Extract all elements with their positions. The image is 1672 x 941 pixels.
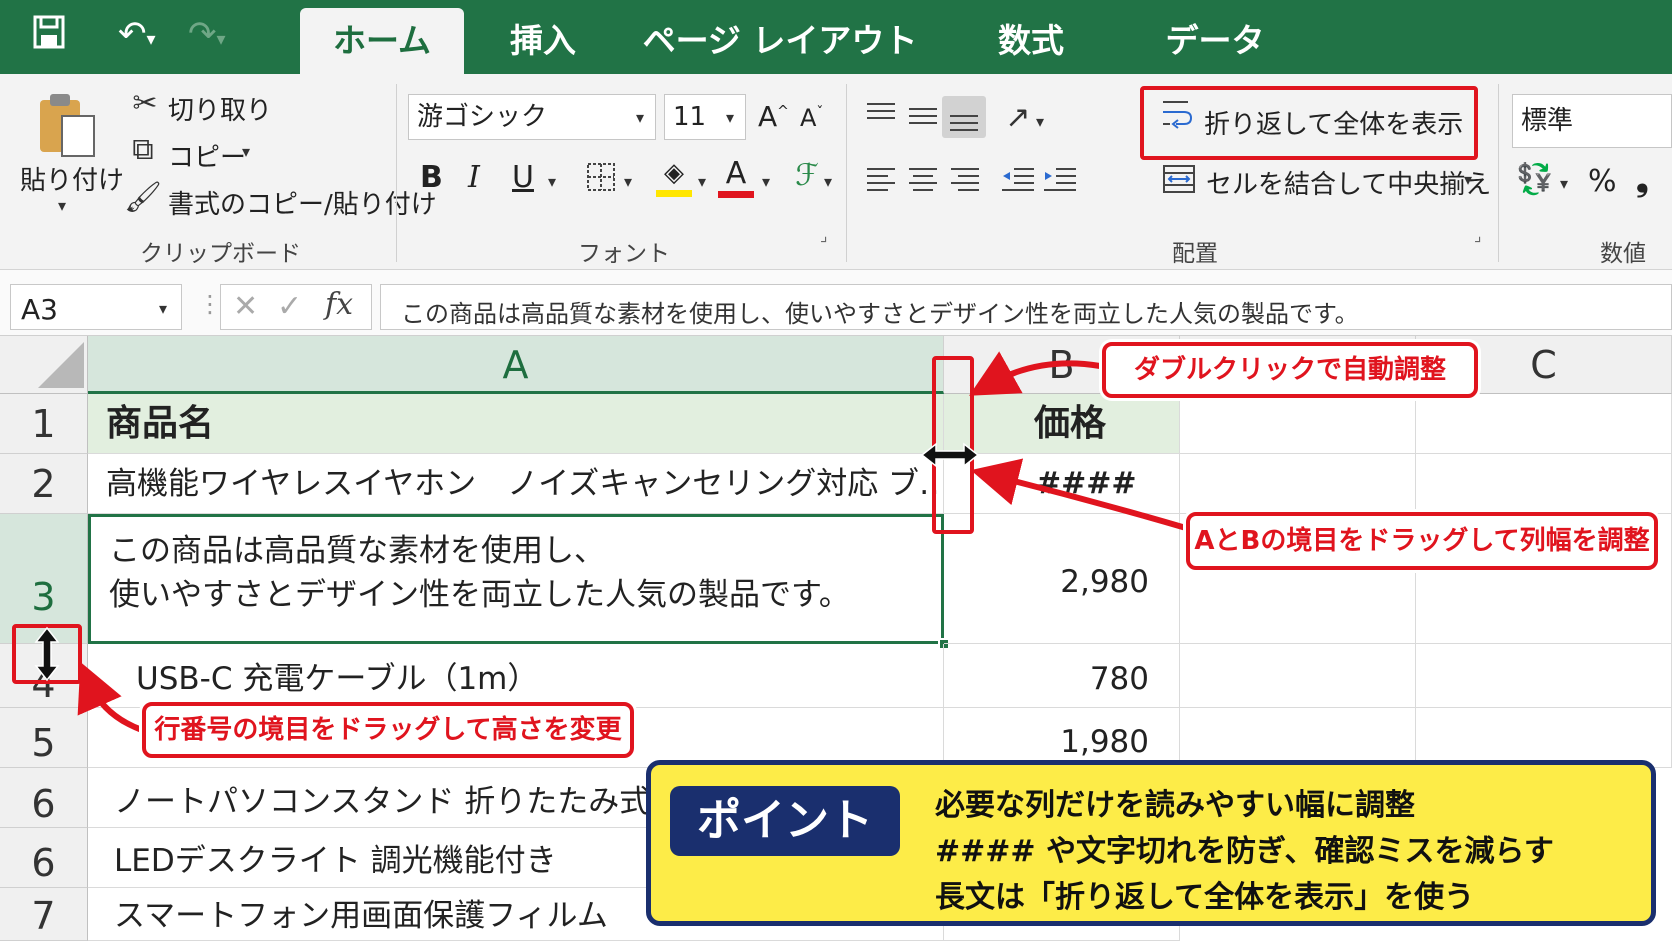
callout-drag-row: 行番号の境目をドラッグして高さを変更 [142, 702, 634, 758]
point-line-3: 長文は「折り返して全体を表示」を使う [935, 880, 1475, 915]
point-line-1: 必要な列だけを読みやすい幅に調整 [935, 788, 1415, 823]
point-badge: ポイント [670, 786, 900, 856]
point-line-2: #### や文字切れを防ぎ、確認ミスを減らす [935, 834, 1554, 869]
callout-double-click: ダブルクリックで自動調整 [1102, 342, 1478, 398]
callout-drag-column: AとBの境目をドラッグして列幅を調整 [1186, 512, 1658, 570]
